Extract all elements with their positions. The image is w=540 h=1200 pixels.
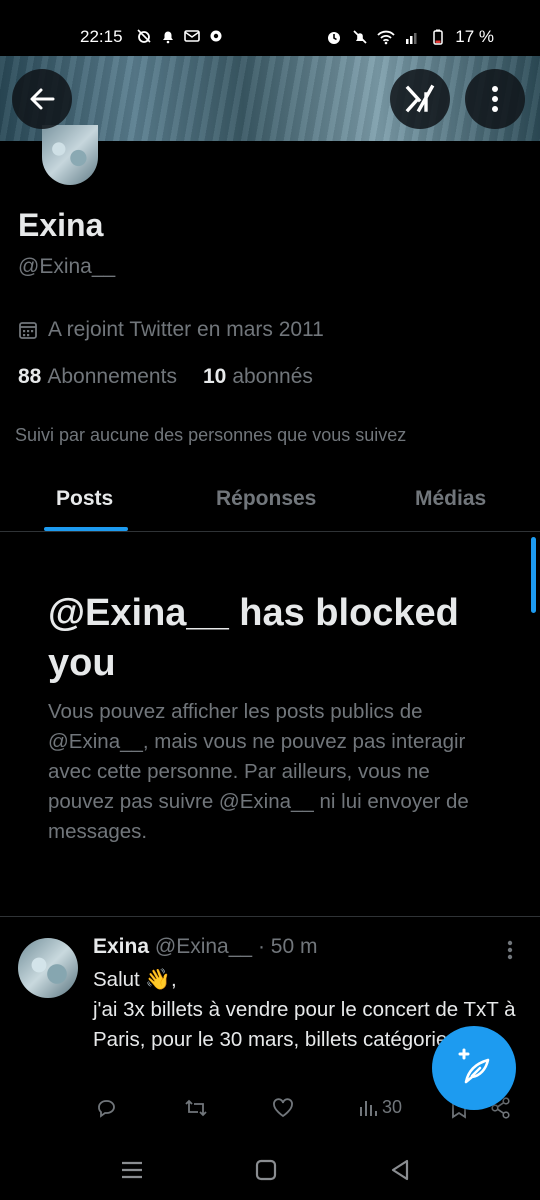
profile-handle: @Exina__ [18, 255, 116, 278]
tab-posts[interactable]: Posts [56, 487, 113, 511]
tweet-header: Exina @Exina__ · 50 m [93, 935, 317, 959]
battery-icon [433, 29, 443, 45]
compose-icon [458, 1048, 490, 1084]
mute-icon [353, 30, 367, 44]
blocked-title: @Exina__ has blocked you [48, 592, 459, 684]
joined-text: A rejoint Twitter en mars 2011 [48, 318, 324, 341]
system-navigation-bar [0, 1140, 540, 1200]
joined-date: A rejoint Twitter en mars 2011 [18, 318, 324, 342]
reply-button[interactable] [95, 1097, 117, 1119]
settings-icon [210, 30, 222, 42]
tweet-more-icon[interactable] [500, 937, 520, 963]
home-icon[interactable] [252, 1156, 280, 1184]
profile-avatar[interactable] [42, 125, 98, 185]
profile-name: Exina [18, 207, 104, 243]
tweet-author-name[interactable]: Exina [93, 935, 149, 958]
retweet-button[interactable] [184, 1097, 208, 1119]
tweet-avatar[interactable] [18, 938, 78, 998]
system-icons: 17 % [325, 27, 494, 47]
blocked-message: Vous pouvez afficher les posts publics d… [48, 700, 469, 843]
views-icon [360, 1100, 377, 1116]
follow-stats: 88 Abonnements 10 abonnés [18, 365, 313, 389]
following-label: Abonnements [47, 365, 177, 388]
followers-label: abonnés [232, 365, 313, 388]
outlook-icon [184, 30, 200, 42]
tab-replies[interactable]: Réponses [216, 487, 316, 511]
calendar-icon [19, 322, 37, 339]
like-button[interactable] [272, 1097, 294, 1119]
following-count: 88 [18, 365, 42, 388]
profile-tabs: Posts Réponses Médias [0, 470, 540, 532]
scrollbar[interactable] [531, 537, 536, 613]
signal-icon [406, 33, 417, 44]
recent-apps-icon[interactable] [118, 1156, 146, 1184]
like-icon [273, 1098, 293, 1118]
notification-icons [135, 27, 225, 45]
views-button[interactable]: 30 [358, 1097, 402, 1118]
grok-icon [405, 84, 435, 113]
divider [0, 916, 540, 917]
followers-link[interactable]: 10 abonnés [203, 365, 313, 389]
reply-icon [98, 1100, 115, 1118]
grok-button[interactable] [390, 69, 450, 129]
retweet-icon [185, 1099, 207, 1117]
following-link[interactable]: 88 Abonnements [18, 365, 177, 389]
compose-button[interactable] [432, 1026, 516, 1110]
followers-count: 10 [202, 365, 227, 388]
followed-by-text: Suivi par aucune des personnes que vous … [15, 425, 407, 445]
active-tab-indicator [44, 527, 128, 531]
views-count: 30 [382, 1097, 403, 1117]
battery-level: 17 % [455, 27, 494, 46]
back-arrow-icon [30, 88, 55, 110]
more-vertical-icon [492, 86, 498, 112]
back-button[interactable] [12, 69, 72, 129]
wifi-icon [377, 30, 395, 45]
status-time: 22:15 [80, 27, 123, 46]
status-bar: 22:15 17 % [0, 0, 540, 56]
tweet-author-handle: @Exina__ [154, 935, 253, 958]
more-options-button[interactable] [465, 69, 525, 129]
alarm-off-icon [137, 29, 151, 43]
alarm-icon [328, 32, 341, 44]
tweet-time: · 50 m [257, 935, 318, 958]
tab-media[interactable]: Médias [415, 487, 486, 511]
bell-icon [163, 31, 173, 44]
back-nav-icon[interactable] [386, 1156, 414, 1184]
